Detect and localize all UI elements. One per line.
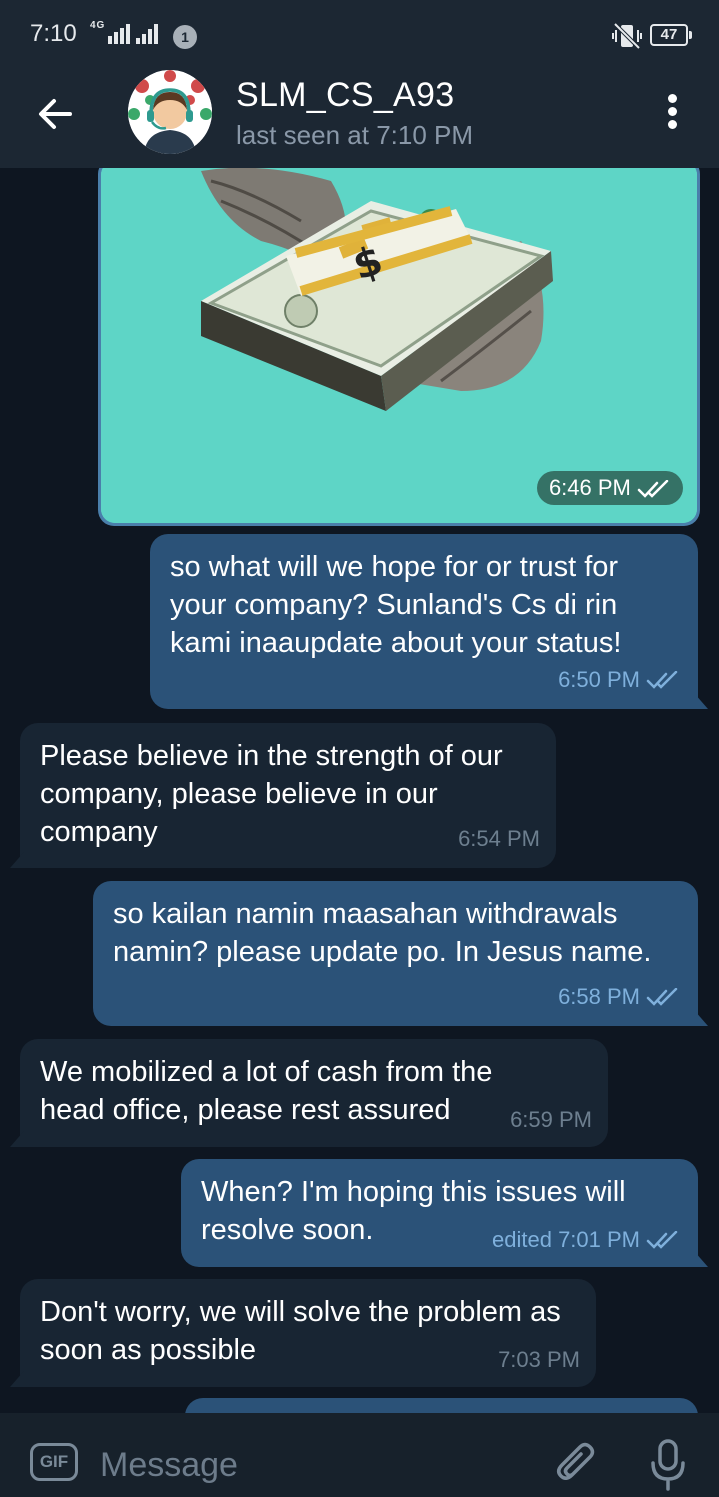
attach-icon[interactable] (554, 1439, 598, 1489)
chat-header: SLM_CS_A93 last seen at 7:10 PM (0, 62, 719, 168)
message-meta: 6:58 PM (558, 978, 680, 1016)
message-meta: edited 7:01 PM (492, 1221, 680, 1259)
notification-count-badge: 1 (173, 25, 197, 49)
message-time: 6:46 PM (536, 471, 683, 505)
incoming-message[interactable]: Please believe in the strength of our co… (20, 723, 556, 868)
gif-button[interactable]: GIF (30, 1443, 78, 1481)
signal-icon (108, 24, 158, 44)
vibrate-off-icon (612, 22, 642, 50)
outgoing-message[interactable]: so kailan namin maasahan withdrawals nam… (93, 881, 698, 1026)
message-text: so what will we hope for or trust for yo… (170, 551, 622, 659)
microphone-icon[interactable] (648, 1437, 688, 1493)
message-meta: 7:03 PM (498, 1347, 580, 1372)
last-seen-status: last seen at 7:10 PM (236, 120, 474, 150)
status-bar: 7:10 4G 1 47 (0, 0, 719, 62)
money-sticker-image[interactable]: $ 6:46 PM (101, 168, 697, 523)
read-receipt-icon (646, 671, 678, 689)
message-input[interactable] (100, 1443, 530, 1487)
message-meta: 6:59 PM (510, 1107, 592, 1132)
more-options-icon[interactable] (655, 92, 689, 132)
image-message[interactable]: $ 6:46 PM (98, 168, 700, 526)
read-receipt-icon (646, 1231, 678, 1249)
message-composer: GIF (0, 1413, 719, 1497)
flying-money-illustration: $ (101, 168, 697, 523)
incoming-message[interactable]: Don't worry, we will solve the problem a… (20, 1279, 596, 1387)
message-text: We mobilized a lot of cash from the head… (40, 1056, 493, 1126)
battery-indicator: 47 (650, 24, 692, 46)
read-receipt-icon (646, 988, 678, 1006)
outgoing-message[interactable]: When? I'm hoping this issues will resolv… (181, 1159, 698, 1267)
outgoing-message[interactable]: so what will we hope for or trust for yo… (150, 534, 698, 709)
avatar[interactable] (128, 70, 212, 154)
status-time: 7:10 (30, 20, 77, 47)
outgoing-message-partial[interactable] (185, 1398, 698, 1413)
back-arrow-icon[interactable] (32, 90, 80, 138)
message-meta: 6:50 PM (558, 661, 680, 699)
support-agent-avatar-icon (128, 70, 212, 154)
incoming-message[interactable]: We mobilized a lot of cash from the head… (20, 1039, 608, 1147)
message-text: so kailan namin maasahan withdrawals nam… (113, 898, 652, 968)
chat-title[interactable]: SLM_CS_A93 (236, 76, 454, 115)
read-receipt-icon (637, 480, 669, 498)
message-meta: 6:54 PM (458, 826, 540, 851)
message-list[interactable]: $ 6:46 PM so what will we hope for or tr… (0, 168, 719, 1413)
